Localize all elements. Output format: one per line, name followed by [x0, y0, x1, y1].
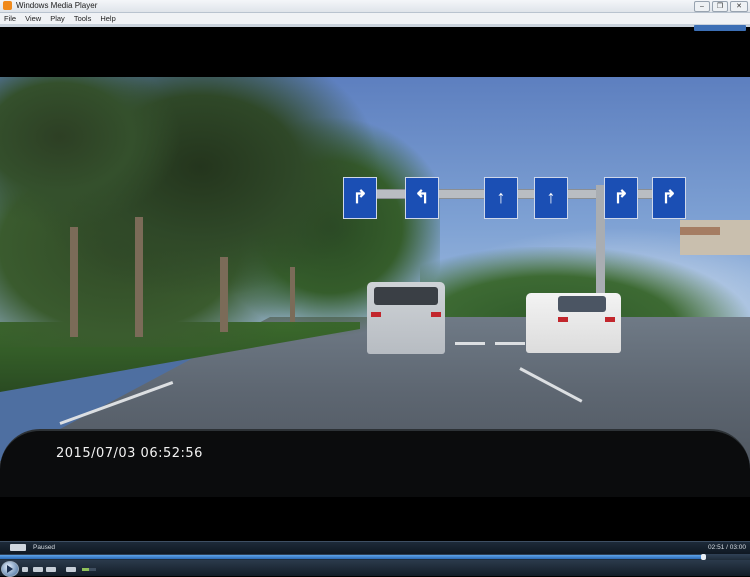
- play-button[interactable]: [1, 561, 19, 577]
- window-controls: – ❐ ✕: [694, 1, 748, 12]
- video-road-sign: ↑: [484, 177, 518, 219]
- menu-file[interactable]: File: [4, 14, 16, 23]
- video-tree-trunk: [135, 217, 143, 337]
- video-building-roof: [680, 227, 720, 235]
- video-timestamp: 2015/07/03 06:52:56: [56, 446, 203, 461]
- volume-slider[interactable]: [82, 568, 96, 571]
- next-button[interactable]: [46, 567, 56, 572]
- video-tree-trunk: [290, 267, 295, 322]
- video-lane-marking: [455, 342, 485, 345]
- media-player-icon: [3, 1, 12, 10]
- switch-view-button[interactable]: [694, 25, 746, 31]
- video-taillight: [605, 317, 615, 322]
- mute-button[interactable]: [66, 567, 76, 572]
- video-road-sign: ↑: [534, 177, 568, 219]
- seek-progress: [0, 555, 703, 559]
- menu-bar: File View Play Tools Help: [0, 13, 750, 24]
- video-tree-trunk: [220, 257, 228, 332]
- video-road-sign: ↱: [652, 177, 686, 219]
- video-taillight: [371, 312, 381, 317]
- title-bar: Windows Media Player – ❐ ✕: [0, 0, 750, 13]
- transport-controls: [0, 560, 750, 577]
- pause-state-icon: [10, 544, 26, 551]
- video-taillight: [558, 317, 568, 322]
- time-readout: 02:51 / 03:00: [708, 544, 746, 551]
- video-frame[interactable]: ↱ ↰ ↑ ↑ ↱ ↱ 2015/07/03 06:52:56: [0, 77, 750, 497]
- minimize-button[interactable]: –: [694, 1, 710, 12]
- video-road-sign: ↰: [405, 177, 439, 219]
- status-bar: Paused 02:51 / 03:00: [0, 541, 750, 554]
- menu-play[interactable]: Play: [50, 14, 65, 23]
- video-suv-window: [374, 287, 438, 305]
- video-road-sign: ↱: [343, 177, 377, 219]
- menu-view[interactable]: View: [25, 14, 41, 23]
- video-taxi: [526, 293, 621, 353]
- video-taillight: [431, 312, 441, 317]
- stop-button[interactable]: [22, 567, 28, 572]
- menu-help[interactable]: Help: [100, 14, 115, 23]
- video-dashboard: [0, 429, 750, 497]
- window-title: Windows Media Player: [16, 1, 98, 10]
- video-road-sign: ↱: [604, 177, 638, 219]
- volume-level: [82, 568, 89, 571]
- video-tree-trunk: [70, 227, 78, 337]
- video-taxi-window: [558, 296, 606, 312]
- previous-button[interactable]: [33, 567, 43, 572]
- play-icon: [7, 565, 13, 573]
- menu-tools[interactable]: Tools: [74, 14, 92, 23]
- video-lane-marking: [495, 342, 525, 345]
- status-text: Paused: [33, 544, 56, 551]
- close-button[interactable]: ✕: [730, 1, 748, 12]
- menu-divider: [0, 24, 750, 27]
- video-building: [680, 220, 750, 255]
- restore-button[interactable]: ❐: [712, 1, 728, 12]
- video-suv: [367, 282, 445, 354]
